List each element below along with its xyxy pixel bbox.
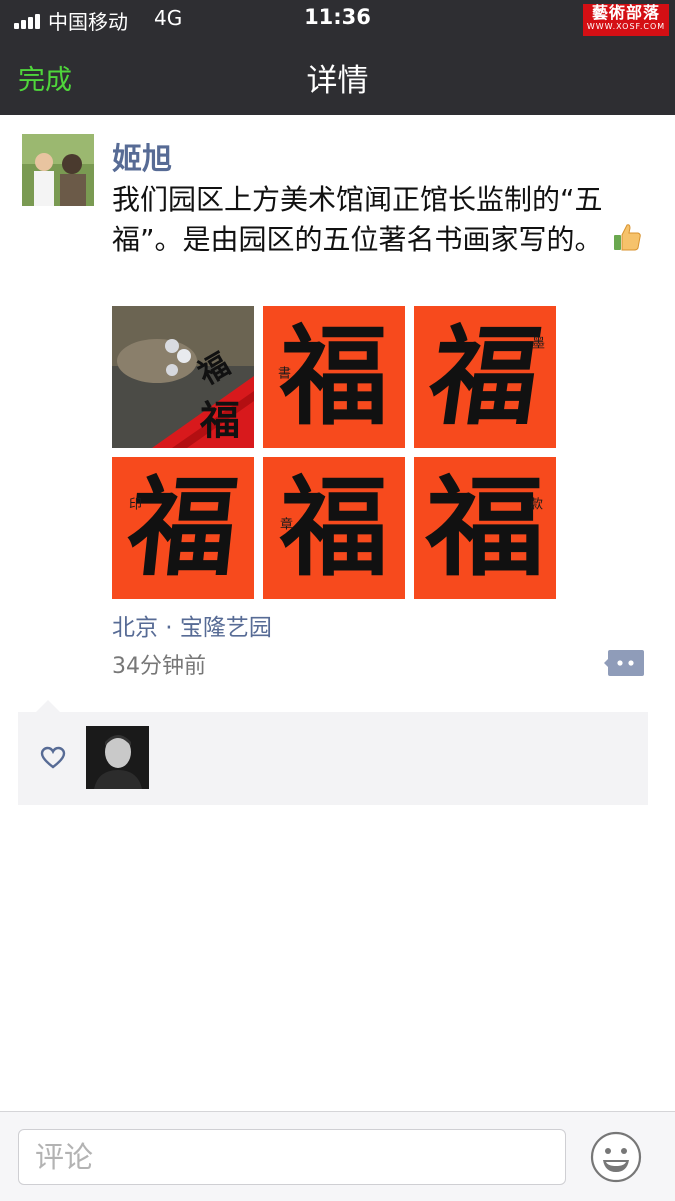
heart-icon <box>40 746 66 774</box>
watermark-title: 藝術部落 <box>591 3 660 22</box>
artist-seal-icon: 章 <box>277 517 292 530</box>
post-timestamp: 34分钟前 <box>112 654 206 679</box>
comment-input-field[interactable] <box>19 1130 565 1184</box>
artist-seal-icon: 墨 <box>529 336 544 349</box>
comment-more-icon[interactable] <box>604 648 644 678</box>
artist-seal-icon: 書 <box>275 366 290 379</box>
status-bar: 中国移动 4G 11:36 藝術部落 WWW.XOSF.COM <box>0 0 675 36</box>
author-name[interactable]: 姬旭 <box>112 134 172 178</box>
watermark-url: WWW.XOSF.COM <box>586 22 666 31</box>
thumbs-up-icon <box>611 221 643 264</box>
emoji-icon[interactable] <box>590 1131 642 1187</box>
artist-seal-icon: 款 <box>527 497 542 510</box>
post-image-fu-5[interactable]: 福 款 <box>414 457 556 599</box>
post-text-body: 我们园区上方美术馆闻正馆长监制的“五福”。是由园区的五位著名书画家写的。 <box>112 183 603 256</box>
fu-calligraphy-glyph: 福 <box>422 314 548 440</box>
post-image-fu-3[interactable]: 福 印 <box>112 457 254 599</box>
post-text: 我们园区上方美术馆闻正馆长监制的“五福”。是由园区的五位著名书画家写的。 <box>112 180 657 264</box>
post-image-fu-4[interactable]: 福 章 <box>263 457 405 599</box>
artist-seal-icon: 印 <box>126 497 141 510</box>
clock: 11:36 <box>304 5 371 29</box>
comment-input[interactable] <box>18 1129 566 1185</box>
photo-fu-glyph: 福 <box>199 397 240 444</box>
post-image-fu-2[interactable]: 福 墨 <box>414 306 556 448</box>
post-image-photo[interactable]: 福 福 <box>112 306 254 448</box>
post-location[interactable]: 北京 · 宝隆艺园 <box>112 608 272 642</box>
fu-calligraphy-glyph: 福 <box>122 465 244 591</box>
liker-avatar[interactable] <box>86 726 149 789</box>
author-avatar[interactable] <box>22 134 94 206</box>
watermark-logo: 藝術部落 WWW.XOSF.COM <box>583 4 669 36</box>
fu-calligraphy-glyph: 福 <box>425 465 545 591</box>
page-title: 详情 <box>306 63 369 99</box>
like-box-pointer <box>36 700 60 712</box>
top-bar: 中国移动 4G 11:36 藝術部落 WWW.XOSF.COM 完成 详情 <box>0 0 675 115</box>
post-image-fu-1[interactable]: 福 書 <box>263 306 405 448</box>
